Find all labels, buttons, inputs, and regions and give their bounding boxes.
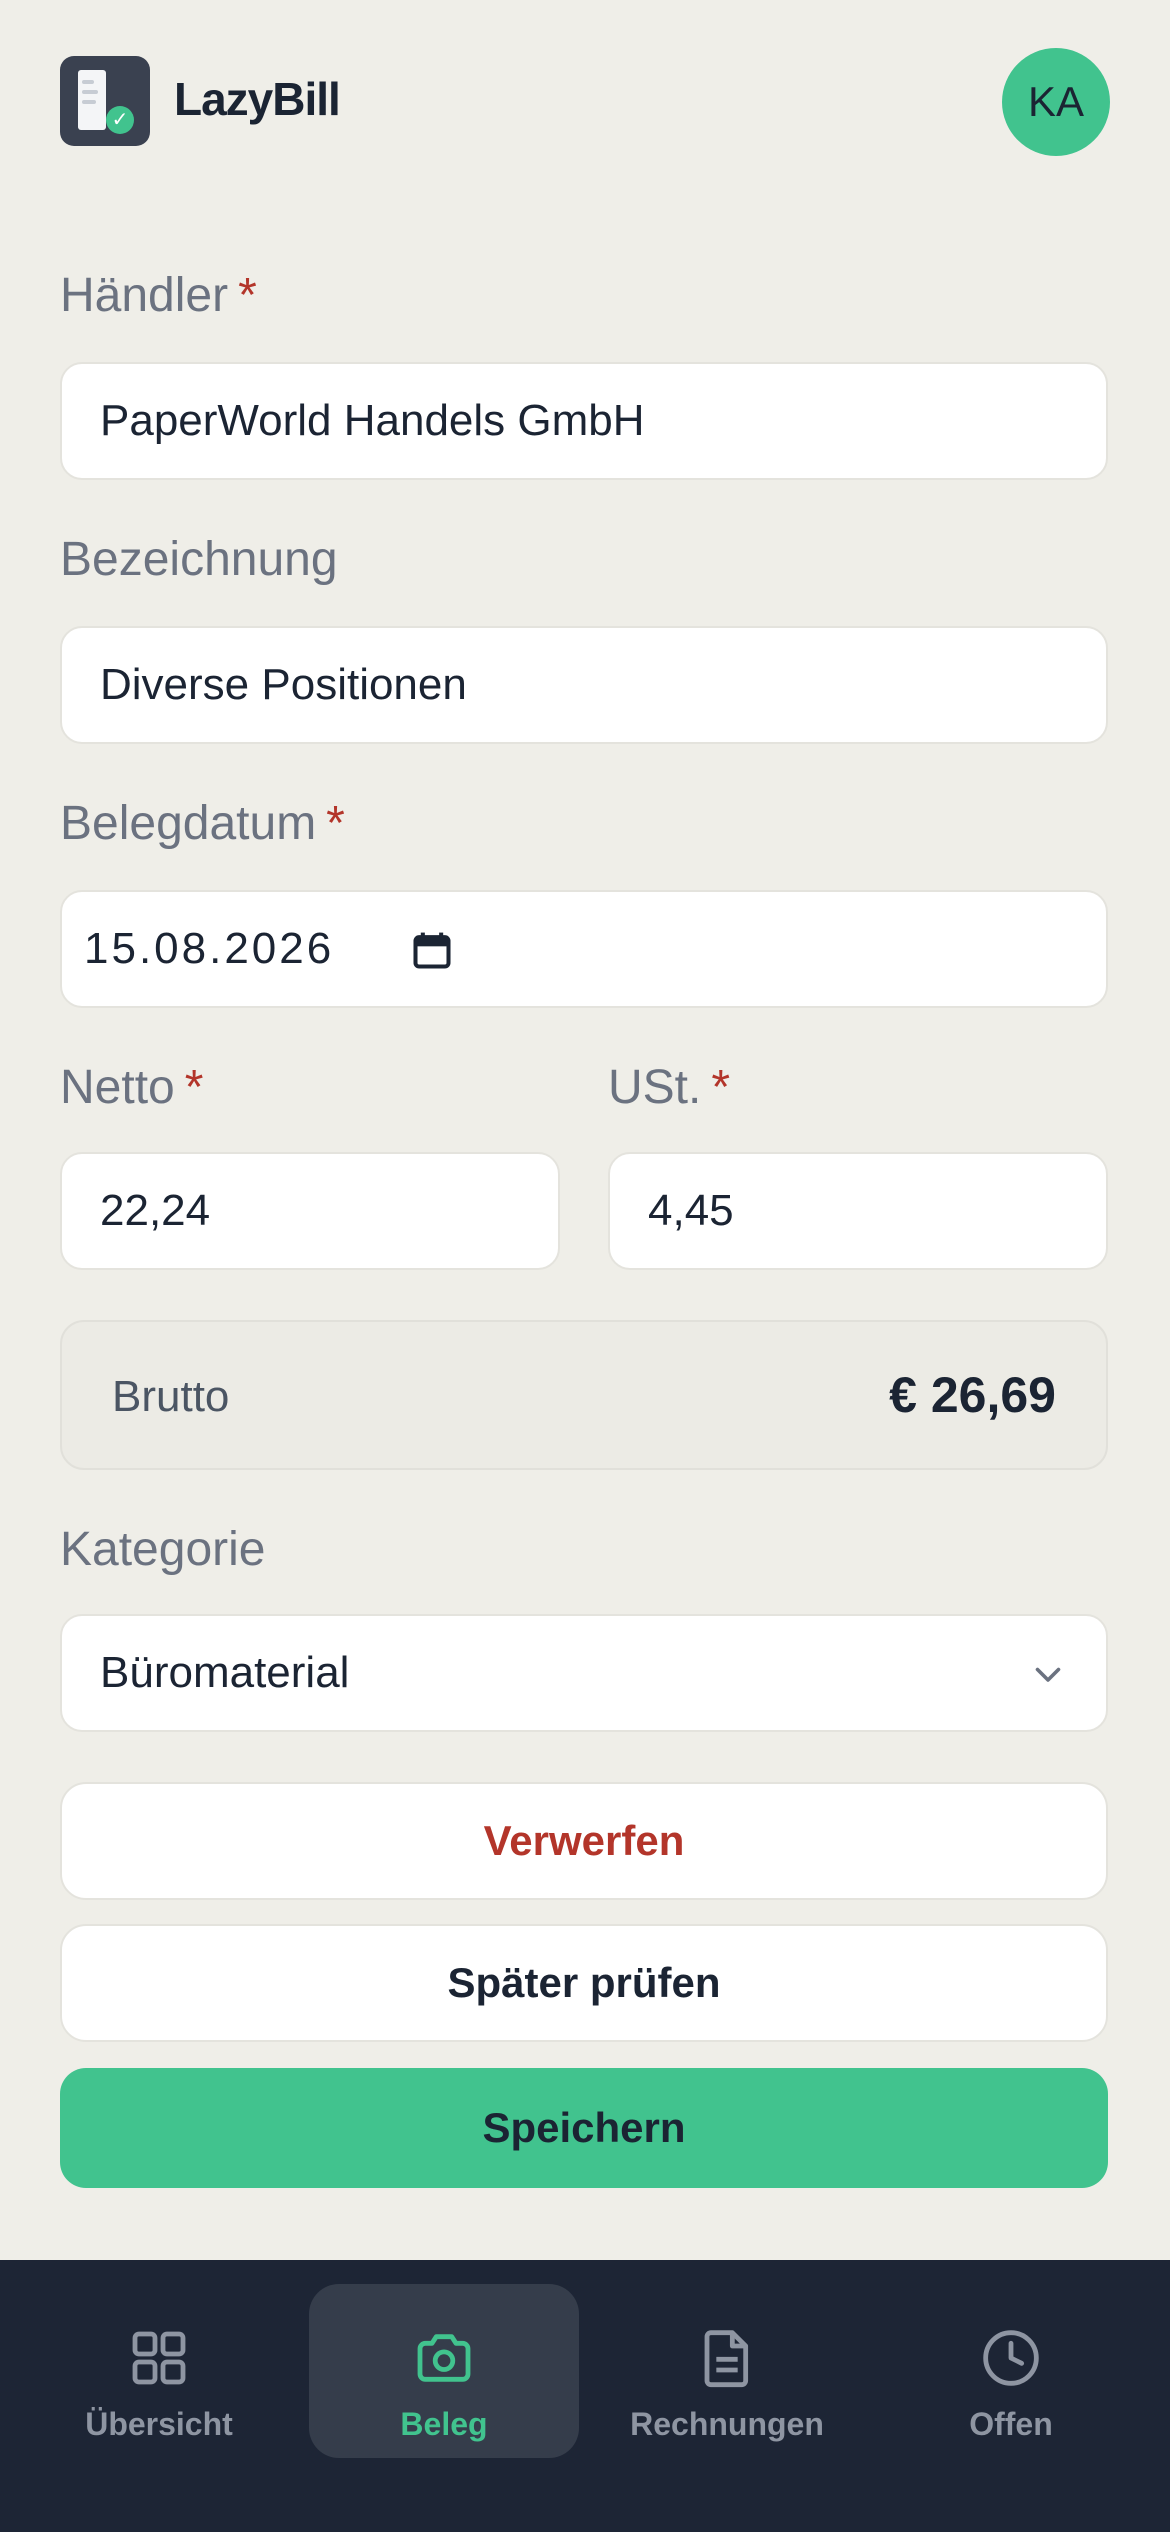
category-select[interactable]: Büromaterial (60, 1614, 1108, 1732)
calendar-icon[interactable] (410, 928, 454, 972)
app-header: ✓ LazyBill KA (0, 0, 1170, 200)
merchant-label: Händler * (60, 269, 257, 322)
required-mark: * (184, 1061, 204, 1114)
nav-label: Beleg (400, 2406, 488, 2442)
nav-label: Rechnungen (630, 2406, 824, 2442)
category-value: Büromaterial (100, 1648, 350, 1697)
gross-label: Brutto (112, 1372, 230, 1421)
merchant-input[interactable]: PaperWorld Handels GmbH (60, 362, 1108, 480)
nav-label: Offen (969, 2406, 1053, 2442)
description-label: Bezeichnung (60, 533, 338, 586)
clock-icon (983, 2330, 1039, 2386)
vat-input[interactable]: 4,45 (608, 1152, 1108, 1270)
avatar[interactable]: KA (1002, 48, 1110, 156)
nav-item-receipt[interactable]: Beleg (309, 2284, 579, 2458)
vat-label: USt. * (608, 1061, 731, 1114)
required-mark: * (711, 1061, 731, 1114)
nav-item-overview[interactable]: Übersicht (24, 2284, 294, 2458)
description-value: Diverse Positionen (100, 660, 467, 709)
merchant-value: PaperWorld Handels GmbH (100, 396, 645, 445)
camera-icon (417, 2334, 471, 2382)
date-label: Belegdatum * (60, 797, 345, 850)
date-value: 15.08.2026 (84, 924, 335, 973)
nav-item-invoices[interactable]: Rechnungen (592, 2284, 862, 2458)
required-mark: * (238, 269, 257, 322)
category-label: Kategorie (60, 1523, 266, 1576)
date-input[interactable]: 15.08.2026 (60, 890, 1108, 1008)
vat-value: 4,45 (648, 1186, 734, 1235)
app-title: LazyBill (174, 73, 341, 125)
discard-button[interactable]: Verwerfen (60, 1782, 1108, 1900)
nav-label: Übersicht (85, 2406, 233, 2442)
gross-total-box: Brutto € 26,69 (60, 1320, 1108, 1470)
required-mark: * (326, 797, 345, 850)
gross-value: € 26,69 (889, 1367, 1056, 1423)
receipt-check-icon: ✓ (60, 56, 150, 146)
review-later-button[interactable]: Später prüfen (60, 1924, 1108, 2042)
net-input[interactable]: 22,24 (60, 1152, 560, 1270)
nav-item-open[interactable]: Offen (876, 2284, 1146, 2458)
document-icon (704, 2330, 749, 2388)
description-input[interactable]: Diverse Positionen (60, 626, 1108, 744)
save-button[interactable]: Speichern (60, 2068, 1108, 2188)
net-label: Netto * (60, 1061, 204, 1114)
grid-icon (132, 2331, 186, 2385)
net-value: 22,24 (100, 1186, 211, 1235)
chevron-down-icon (1035, 1667, 1061, 1682)
bottom-nav: Übersicht Beleg Rechnungen Offen (0, 2260, 1170, 2532)
